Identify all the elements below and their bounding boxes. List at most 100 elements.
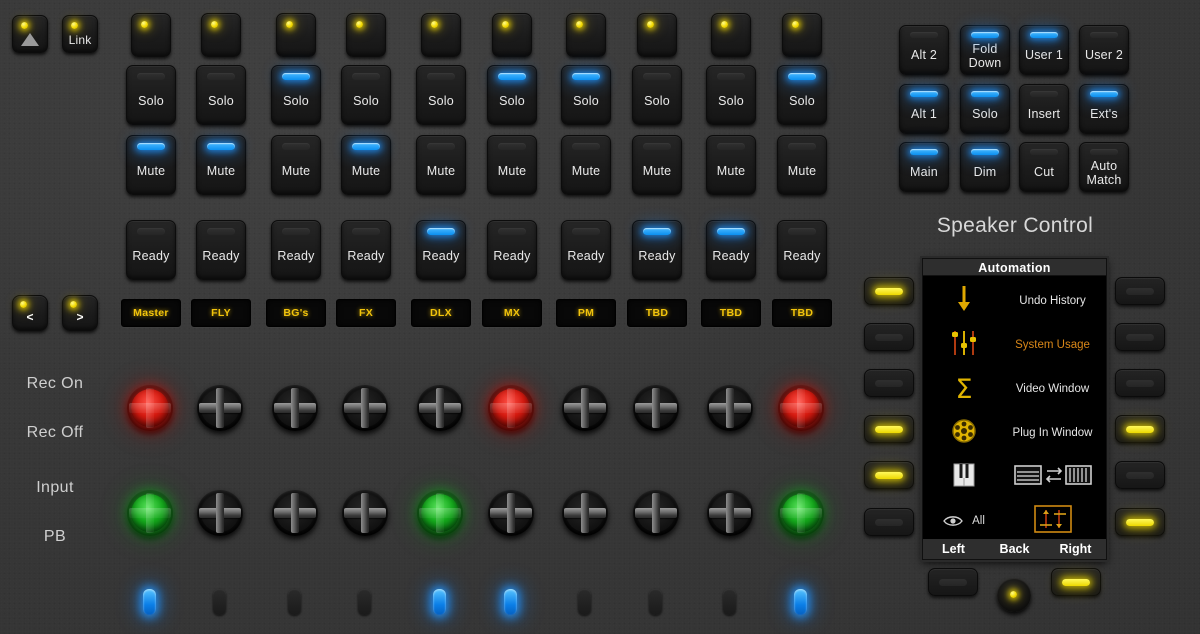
channel-solo-button-7[interactable]: Solo [561,65,611,125]
lcd-row-plugin-window[interactable]: Plug In Window [923,411,1106,455]
lcd-softkey-back[interactable]: Back [984,542,1045,556]
channel-ready-button-7[interactable]: Ready [561,220,611,280]
left-softkey-1[interactable] [864,277,914,305]
channel-status-led-6[interactable] [504,589,517,615]
rec-knob-10[interactable] [778,385,824,431]
left-softkey-6[interactable] [864,508,914,536]
rec-knob-4[interactable] [342,385,388,431]
channel-select-button-9[interactable] [711,13,751,57]
channel-ready-button-4[interactable]: Ready [341,220,391,280]
channel-select-button-1[interactable] [131,13,171,57]
channel-status-led-3[interactable] [288,589,301,615]
left-softkey-3[interactable] [864,369,914,397]
link-button[interactable]: Link [62,15,98,53]
speaker-button-main[interactable]: Main [899,142,949,192]
input-knob-6[interactable] [488,490,534,536]
rec-knob-1[interactable] [127,385,173,431]
channel-ready-button-3[interactable]: Ready [271,220,321,280]
channel-solo-button-4[interactable]: Solo [341,65,391,125]
channel-ready-button-8[interactable]: Ready [632,220,682,280]
channel-mute-button-10[interactable]: Mute [777,135,827,195]
monitor-up-button[interactable] [12,15,48,53]
channel-status-led-4[interactable] [358,589,371,615]
rec-knob-6[interactable] [488,385,534,431]
speaker-button-insert[interactable]: Insert [1019,84,1069,134]
channel-solo-button-5[interactable]: Solo [416,65,466,125]
channel-mute-button-6[interactable]: Mute [487,135,537,195]
input-knob-10[interactable] [778,490,824,536]
speaker-button-user-1[interactable]: User 1 [1019,25,1069,75]
input-knob-4[interactable] [342,490,388,536]
channel-solo-button-9[interactable]: Solo [706,65,756,125]
channel-mute-button-9[interactable]: Mute [706,135,756,195]
channel-mute-button-5[interactable]: Mute [416,135,466,195]
channel-select-button-10[interactable] [782,13,822,57]
rec-knob-8[interactable] [633,385,679,431]
channel-mute-button-3[interactable]: Mute [271,135,321,195]
channel-select-button-6[interactable] [492,13,532,57]
input-knob-8[interactable] [633,490,679,536]
lcd-softkey-left[interactable]: Left [923,542,984,556]
lcd-row-system-usage[interactable]: System Usage [923,323,1106,367]
left-softkey-2[interactable] [864,323,914,351]
channel-status-led-5[interactable] [433,589,446,615]
talkback-knob[interactable] [997,578,1031,612]
input-knob-1[interactable] [127,490,173,536]
rec-knob-9[interactable] [707,385,753,431]
bottom-left-softkey[interactable] [928,568,978,596]
channel-ready-button-5[interactable]: Ready [416,220,466,280]
lcd-softkey-right[interactable]: Right [1045,542,1106,556]
channel-solo-button-8[interactable]: Solo [632,65,682,125]
channel-solo-button-6[interactable]: Solo [487,65,537,125]
speaker-button-user-2[interactable]: User 2 [1079,25,1129,75]
speaker-button-cut[interactable]: Cut [1019,142,1069,192]
input-knob-3[interactable] [272,490,318,536]
right-softkey-2[interactable] [1115,323,1165,351]
channel-select-button-3[interactable] [276,13,316,57]
channel-ready-button-10[interactable]: Ready [777,220,827,280]
channel-status-led-1[interactable] [143,589,156,615]
channel-mute-button-2[interactable]: Mute [196,135,246,195]
lcd-row-video-window[interactable]: Σ Video Window [923,367,1106,411]
channel-ready-button-6[interactable]: Ready [487,220,537,280]
right-softkey-3[interactable] [1115,369,1165,397]
channel-select-button-7[interactable] [566,13,606,57]
channel-select-button-5[interactable] [421,13,461,57]
channel-status-led-7[interactable] [578,589,591,615]
speaker-button-alt-1[interactable]: Alt 1 [899,84,949,134]
right-softkey-6[interactable] [1115,508,1165,536]
rec-knob-7[interactable] [562,385,608,431]
bottom-right-softkey[interactable] [1051,568,1101,596]
rec-knob-3[interactable] [272,385,318,431]
right-softkey-1[interactable] [1115,277,1165,305]
rec-knob-5[interactable] [417,385,463,431]
channel-solo-button-10[interactable]: Solo [777,65,827,125]
channel-select-button-4[interactable] [346,13,386,57]
channel-solo-button-1[interactable]: Solo [126,65,176,125]
channel-mute-button-8[interactable]: Mute [632,135,682,195]
input-knob-9[interactable] [707,490,753,536]
channel-solo-button-3[interactable]: Solo [271,65,321,125]
channel-ready-button-2[interactable]: Ready [196,220,246,280]
channel-status-led-10[interactable] [794,589,807,615]
left-softkey-5[interactable] [864,461,914,489]
channel-select-button-2[interactable] [201,13,241,57]
speaker-button-auto-match[interactable]: Auto Match [1079,142,1129,192]
bank-right-button[interactable]: > [62,295,98,331]
channel-ready-button-1[interactable]: Ready [126,220,176,280]
channel-select-button-8[interactable] [637,13,677,57]
channel-solo-button-2[interactable]: Solo [196,65,246,125]
lcd-row-undo-history[interactable]: Undo History [923,279,1106,323]
input-knob-5[interactable] [417,490,463,536]
channel-mute-button-7[interactable]: Mute [561,135,611,195]
speaker-button-dim[interactable]: Dim [960,142,1010,192]
left-softkey-4[interactable] [864,415,914,443]
speaker-button-solo[interactable]: Solo [960,84,1010,134]
lcd-row-keyboard[interactable] [923,455,1106,499]
channel-mute-button-1[interactable]: Mute [126,135,176,195]
input-knob-7[interactable] [562,490,608,536]
channel-status-led-2[interactable] [213,589,226,615]
right-softkey-5[interactable] [1115,461,1165,489]
channel-status-led-9[interactable] [723,589,736,615]
rec-knob-2[interactable] [197,385,243,431]
